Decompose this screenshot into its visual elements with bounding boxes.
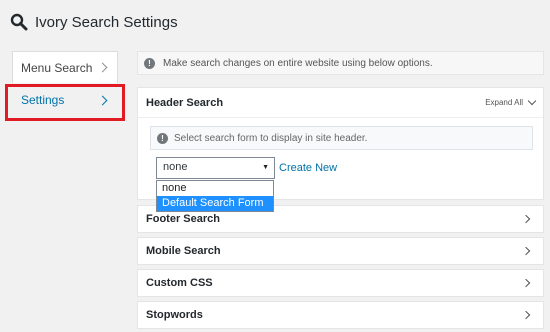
chevron-right-icon [521, 214, 531, 224]
panel-title: Header Search [146, 96, 224, 109]
page-title: Ivory Search Settings [35, 13, 178, 31]
create-new-link[interactable]: Create New [279, 162, 337, 174]
custom-css-panel[interactable]: Custom CSS [137, 269, 544, 297]
tab-menu-search[interactable]: Menu Search [12, 51, 118, 84]
page-header: Ivory Search Settings [10, 10, 178, 34]
dropdown-option-default-search-form[interactable]: Default Search Form [157, 196, 273, 211]
search-icon [10, 13, 28, 31]
panel-header[interactable]: Header Search Expand All [138, 88, 543, 118]
dropdown-option-none[interactable]: none [157, 181, 273, 196]
select-value: none [163, 161, 188, 173]
expand-all-label: Expand All [485, 98, 523, 107]
chevron-right-icon [97, 62, 108, 73]
panel-title: Footer Search [146, 213, 220, 225]
stopwords-panel[interactable]: Stopwords [137, 301, 544, 329]
header-search-notice: ! Select search form to display in site … [150, 126, 533, 150]
settings-content: ! Make search changes on entire website … [137, 51, 544, 329]
panel-title: Custom CSS [146, 277, 213, 289]
mobile-search-panel[interactable]: Mobile Search [137, 237, 544, 265]
search-form-dropdown: none Default Search Form [156, 180, 274, 212]
notice-text: Make search changes on entire website us… [163, 57, 433, 69]
chevron-down-icon [527, 96, 537, 106]
info-icon: ! [144, 57, 155, 69]
header-search-select-row: none ▼ Create New [156, 157, 337, 179]
tab-label: Menu Search [21, 60, 93, 75]
header-search-notice-text: Select search form to display in site he… [174, 132, 368, 144]
expand-all-toggle[interactable]: Expand All [485, 96, 537, 107]
chevron-right-icon [521, 310, 531, 320]
chevron-right-icon [521, 278, 531, 288]
search-form-select[interactable]: none ▼ [156, 157, 275, 179]
caret-down-icon: ▼ [262, 164, 269, 171]
settings-notice: ! Make search changes on entire website … [137, 51, 544, 75]
panel-title: Mobile Search [146, 245, 221, 257]
info-icon: ! [157, 132, 168, 144]
chevron-right-icon [521, 246, 531, 256]
panel-title: Stopwords [146, 309, 203, 321]
highlight-annotation [5, 84, 125, 121]
